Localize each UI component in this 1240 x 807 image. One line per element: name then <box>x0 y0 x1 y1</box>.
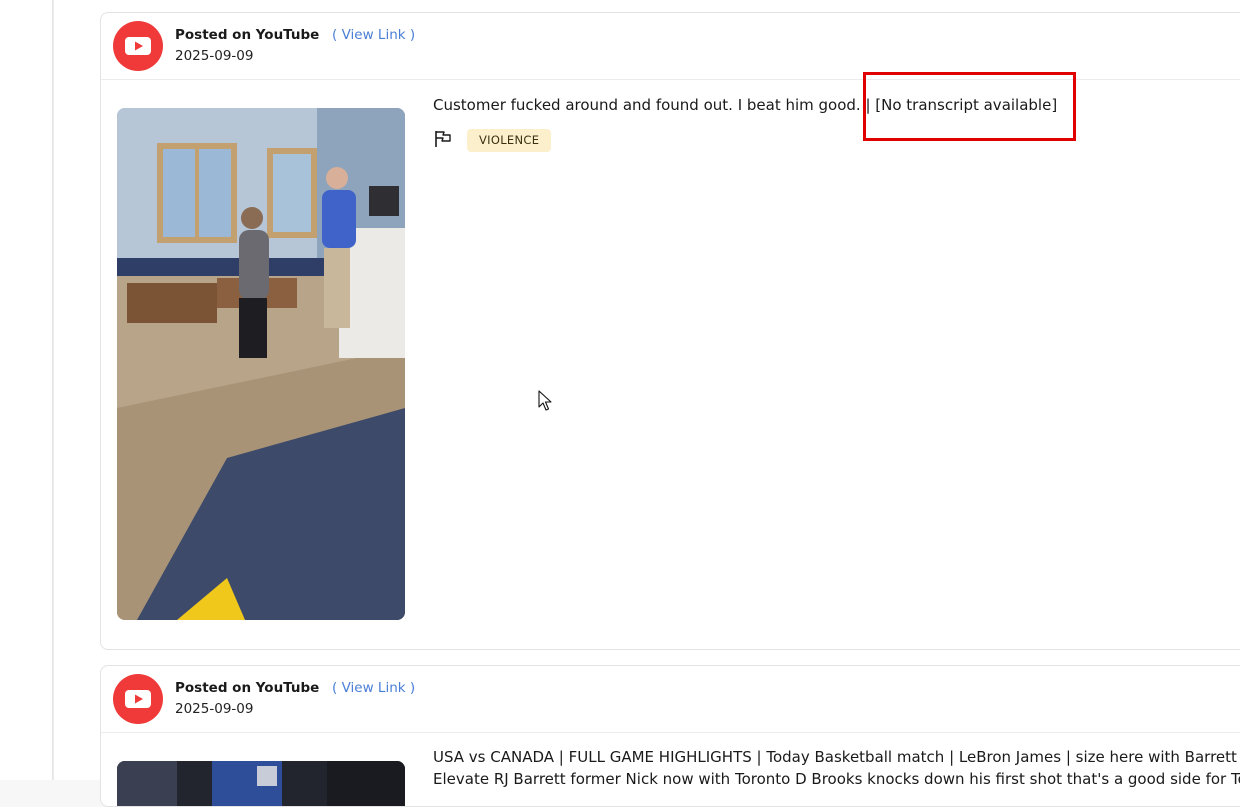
post-source: Posted on YouTube ( View Link ) <box>175 27 415 43</box>
highlight-box <box>863 72 1076 141</box>
post-date: 2025-09-09 <box>175 701 254 717</box>
thumbnail-scene <box>117 108 405 620</box>
video-thumbnail[interactable] <box>117 761 405 806</box>
tag-badge-violence: VIOLENCE <box>467 129 552 152</box>
post-header: Posted on YouTube ( View Link ) 2025-09-… <box>101 13 1240 80</box>
posted-on-label: Posted on YouTube <box>175 27 320 43</box>
post-card: Posted on YouTube ( View Link ) 2025-09-… <box>100 665 1240 807</box>
sidebar-gutter <box>0 0 53 780</box>
post-source: Posted on YouTube ( View Link ) <box>175 680 415 696</box>
caption-line: USA vs CANADA | FULL GAME HIGHLIGHTS | T… <box>433 748 1237 766</box>
caption-line: Elevate RJ Barrett former Nick now with … <box>433 770 1240 788</box>
youtube-icon <box>113 21 163 71</box>
mouse-cursor-icon <box>538 390 552 416</box>
posted-on-label: Posted on YouTube <box>175 680 320 696</box>
view-link[interactable]: ( View Link ) <box>332 27 415 43</box>
post-header: Posted on YouTube ( View Link ) 2025-09-… <box>101 666 1240 733</box>
thumbnail-scene <box>117 761 405 806</box>
post-caption: USA vs CANADA | FULL GAME HIGHLIGHTS | T… <box>433 746 1240 790</box>
youtube-icon <box>113 674 163 724</box>
post-caption: Customer fucked around and found out. I … <box>433 96 1058 114</box>
post-date: 2025-09-09 <box>175 48 254 64</box>
video-thumbnail[interactable] <box>117 108 405 620</box>
flag-icon[interactable] <box>433 129 453 153</box>
view-link[interactable]: ( View Link ) <box>332 680 415 696</box>
